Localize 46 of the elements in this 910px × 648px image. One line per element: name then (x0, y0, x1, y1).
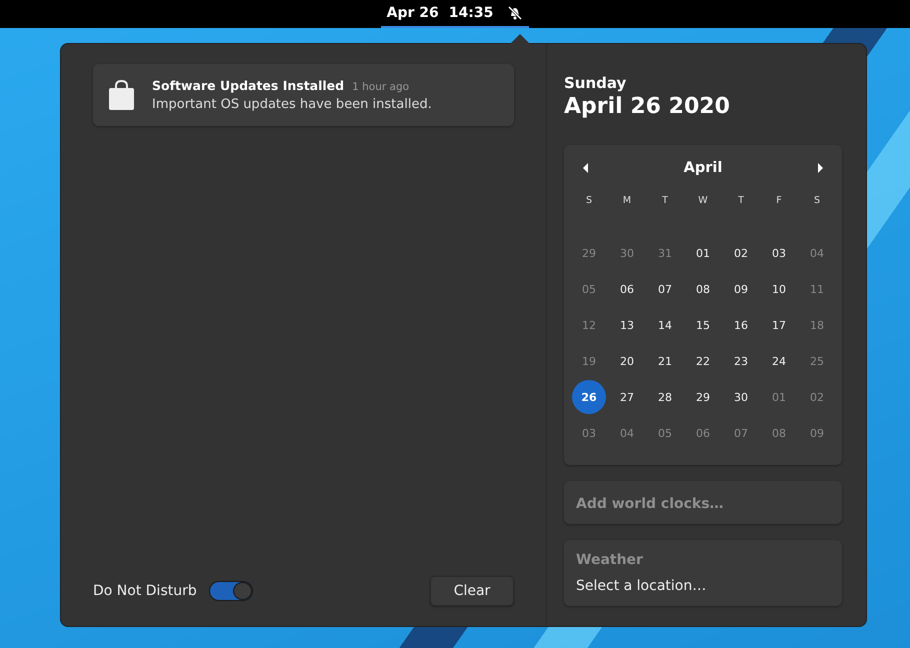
bell-off-icon (507, 5, 524, 21)
weather-location-prompt: Select a location… (576, 578, 708, 594)
weekday-header: S (812, 194, 822, 208)
calendar-day[interactable]: 09 (724, 272, 758, 306)
notification-time: 1 hour ago (352, 81, 410, 93)
calendar-day[interactable]: 21 (648, 344, 682, 378)
shopping-bag-icon (109, 80, 134, 110)
world-clocks-button[interactable]: Add world clocks… (564, 481, 842, 524)
month-label: April (684, 160, 722, 176)
weather-title: Weather (576, 552, 644, 568)
calendar-day[interactable]: 22 (686, 344, 720, 378)
calendar-day[interactable]: 08 (686, 272, 720, 306)
calendar-day[interactable]: 28 (648, 380, 682, 414)
calendar-day[interactable]: 24 (762, 344, 796, 378)
weather-card[interactable]: Weather Select a location… (564, 540, 842, 606)
calendar-day[interactable]: 29 (686, 380, 720, 414)
calendar-day[interactable]: 15 (686, 308, 720, 342)
do-not-disturb-label: Do Not Disturb (93, 583, 197, 599)
calendar-day[interactable]: 17 (762, 308, 796, 342)
calendar-day[interactable]: 02 (724, 236, 758, 270)
calendar-day[interactable]: 03 (762, 236, 796, 270)
toggle-switch[interactable] (208, 581, 253, 601)
calendar-day[interactable]: 16 (724, 308, 758, 342)
weekday-header: T (661, 194, 669, 208)
calendar-day[interactable]: 27 (610, 380, 644, 414)
notification-card[interactable]: Software Updates Installed 1 hour ago Important OS updates have been installed. (93, 64, 514, 126)
weekday-header: M (622, 194, 632, 208)
notification-body: Important OS updates have been installed. (152, 97, 432, 112)
calendar-day[interactable]: 07 (648, 272, 682, 306)
calendar-day[interactable]: 14 (648, 308, 682, 342)
calendar-day[interactable]: 30 (724, 380, 758, 414)
calendar-day[interactable]: 10 (762, 272, 796, 306)
calendar-day[interactable]: 06 (610, 272, 644, 306)
weekday-header: F (775, 194, 783, 208)
date-heading: April 26 2020 (564, 94, 731, 119)
calendar-day[interactable]: 13 (610, 308, 644, 342)
notification-title: Software Updates Installed (152, 78, 344, 93)
calendar-day[interactable]: 26 (572, 380, 606, 414)
weekday-header: S (584, 194, 594, 208)
weekday-header: W (697, 194, 709, 208)
weekday-label: Sunday (564, 74, 628, 92)
calendar-day[interactable]: 01 (686, 236, 720, 270)
clear-button[interactable]: Clear (430, 576, 514, 606)
calendar-day[interactable]: 23 (724, 344, 758, 378)
weekday-header: T (737, 194, 745, 208)
calendar-day[interactable]: 20 (610, 344, 644, 378)
